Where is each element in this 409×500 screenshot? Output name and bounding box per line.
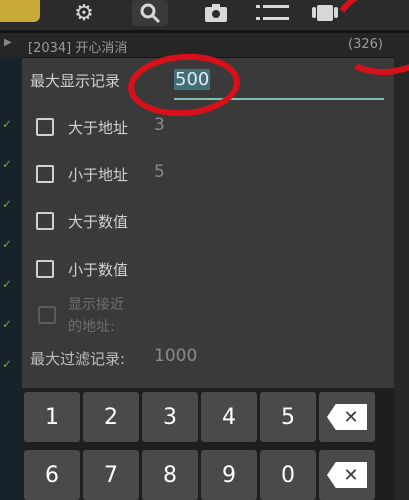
clear-icon: ✕ bbox=[327, 462, 367, 488]
checkbox-icon[interactable] bbox=[36, 212, 54, 230]
less-value-row[interactable]: 小于数值 bbox=[22, 248, 394, 288]
key-6[interactable]: 6 bbox=[24, 450, 80, 500]
less-value-label: 小于数值 bbox=[68, 261, 129, 279]
key-4[interactable]: 4 bbox=[201, 392, 257, 442]
key-7[interactable]: 7 bbox=[83, 450, 139, 500]
checkbox-icon[interactable] bbox=[36, 165, 54, 183]
greater-address-value[interactable]: 3 bbox=[154, 115, 165, 135]
clear-button[interactable]: ✕ bbox=[319, 450, 375, 500]
backspace-icon: ✕ bbox=[327, 404, 367, 430]
gear-icon[interactable]: ⚙ bbox=[66, 0, 102, 26]
filter-dialog: 最大显示记录 500 大于地址 3 小于地址 5 大于数值 小于数值 显示接近 … bbox=[22, 58, 394, 388]
greater-address-row[interactable]: 大于地址 3 bbox=[22, 106, 394, 146]
key-2[interactable]: 2 bbox=[83, 392, 139, 442]
check-mark-icon: ✓ bbox=[2, 357, 13, 371]
check-mark-icon: ✓ bbox=[2, 237, 13, 251]
less-address-value[interactable]: 5 bbox=[154, 162, 165, 182]
near-address-label-1: 显示接近 bbox=[68, 297, 124, 313]
search-icon[interactable] bbox=[132, 0, 168, 26]
backspace-button[interactable]: ✕ bbox=[319, 392, 375, 442]
max-display-value: 500 bbox=[174, 69, 211, 90]
key-1[interactable]: 1 bbox=[24, 392, 80, 442]
key-5[interactable]: 5 bbox=[260, 392, 316, 442]
max-filter-value[interactable]: 1000 bbox=[154, 346, 197, 366]
process-name: [2034] 开心消消 bbox=[28, 41, 128, 56]
max-display-row: 最大显示记录 500 bbox=[22, 58, 394, 100]
android-icon[interactable] bbox=[300, 0, 350, 26]
less-address-row[interactable]: 小于地址 5 bbox=[22, 153, 394, 193]
checkbox-icon[interactable] bbox=[36, 260, 54, 278]
key-0[interactable]: 0 bbox=[260, 450, 316, 500]
process-bar[interactable]: ▶ [2034] 开心消消 (326) bbox=[0, 33, 409, 57]
max-filter-label: 最大过滤记录: bbox=[30, 350, 126, 368]
checkbox-icon[interactable] bbox=[36, 118, 54, 136]
key-9[interactable]: 9 bbox=[201, 450, 257, 500]
menu-icon[interactable] bbox=[250, 0, 296, 26]
check-mark-icon: ✓ bbox=[2, 277, 13, 291]
background-list: ✓ ✓ ✓ ✓ ✓ ✓ ✓ bbox=[0, 57, 22, 500]
camera-icon[interactable] bbox=[198, 0, 234, 26]
check-mark-icon: ✓ bbox=[2, 157, 13, 171]
max-display-input[interactable]: 500 bbox=[174, 66, 384, 100]
less-address-label: 小于地址 bbox=[68, 166, 129, 184]
checkbox-icon bbox=[38, 306, 56, 324]
max-filter-row: 最大过滤记录: 1000 bbox=[22, 344, 394, 384]
result-count: (326) bbox=[348, 37, 383, 52]
top-toolbar: ⚙ bbox=[0, 0, 409, 30]
max-display-label: 最大显示记录 bbox=[30, 72, 121, 90]
play-icon: ▶ bbox=[4, 37, 12, 48]
key-8[interactable]: 8 bbox=[142, 450, 198, 500]
greater-address-label: 大于地址 bbox=[68, 119, 129, 137]
background-scroll bbox=[394, 57, 409, 500]
greater-value-label: 大于数值 bbox=[68, 213, 129, 231]
near-address-label-2: 的地址: bbox=[68, 319, 115, 335]
check-mark-icon: ✓ bbox=[2, 197, 13, 211]
near-address-row: 显示接近 的地址: bbox=[22, 292, 394, 340]
check-mark-icon: ✓ bbox=[2, 117, 13, 131]
check-mark-icon: ✓ bbox=[2, 317, 13, 331]
app-logo-icon bbox=[0, 0, 40, 22]
greater-value-row[interactable]: 大于数值 bbox=[22, 200, 394, 240]
numeric-keypad: 1 2 3 4 5 ✕ 6 7 8 9 0 ✕ bbox=[22, 388, 394, 500]
key-3[interactable]: 3 bbox=[142, 392, 198, 442]
